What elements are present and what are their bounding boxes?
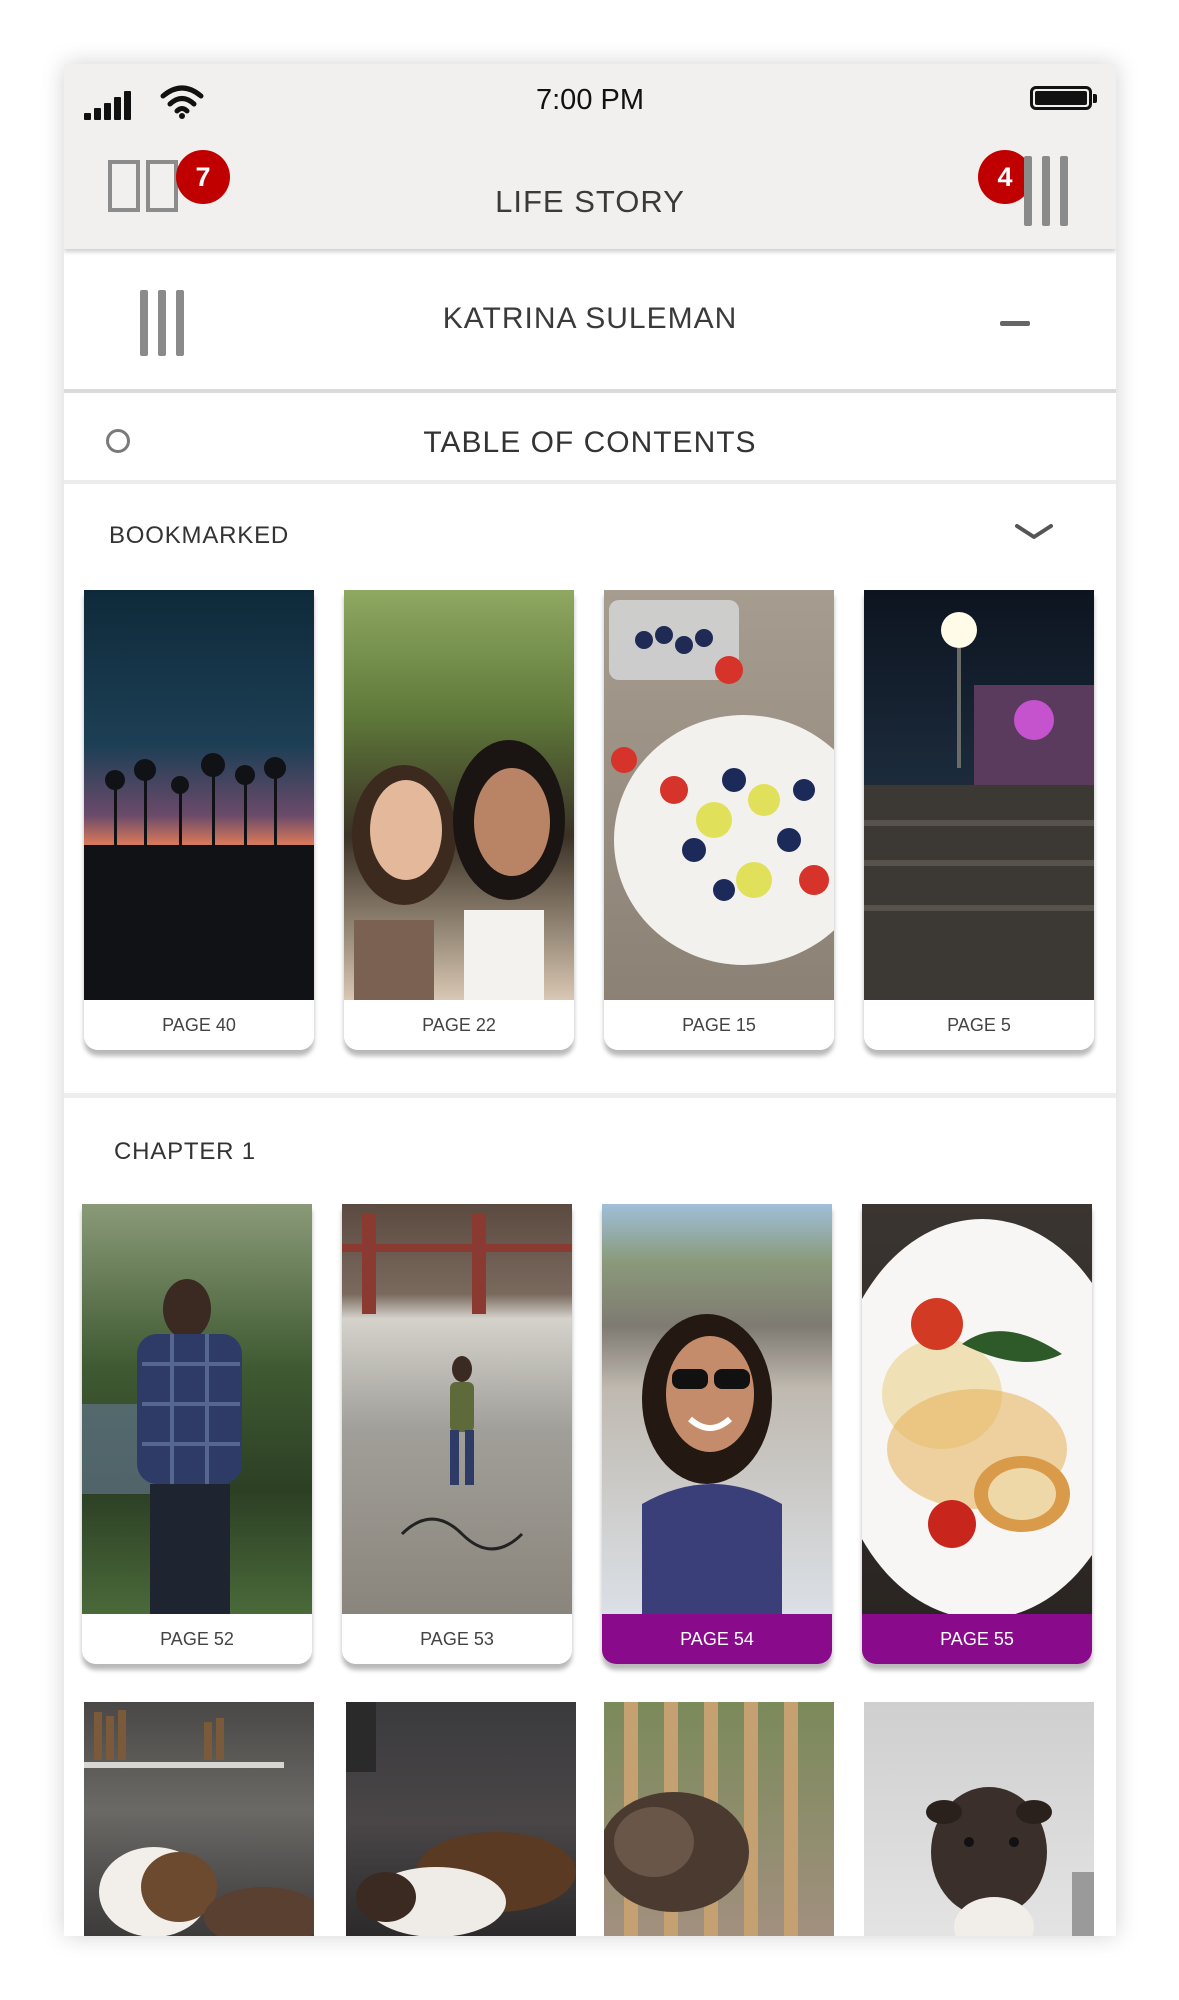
bookmark-card-page-15[interactable]: PAGE 15 xyxy=(604,590,834,1050)
card-caption: PAGE 53 xyxy=(342,1614,572,1664)
bookmarked-label: BOOKMARKED xyxy=(109,522,290,549)
card-caption: PAGE 22 xyxy=(344,1000,574,1050)
bookmark-card-page-22[interactable]: PAGE 22 xyxy=(344,590,574,1050)
chevron-down-icon[interactable] xyxy=(1014,522,1054,542)
chapter-1-label: CHAPTER 1 xyxy=(114,1138,256,1165)
status-time: 7:00 PM xyxy=(536,84,644,116)
top-bar: 7:00 PM 7 LIFE STORY 4 xyxy=(64,64,1116,249)
card-caption: PAGE 40 xyxy=(84,1000,314,1050)
chapter-card-page-53[interactable]: PAGE 53 xyxy=(342,1204,572,1664)
menu-bars-icon[interactable] xyxy=(1024,156,1068,226)
person-header: KATRINA SULEMAN xyxy=(64,256,1116,393)
card-caption: PAGE 55 xyxy=(862,1614,1092,1664)
bookmark-card-page-40[interactable]: PAGE 40 xyxy=(84,590,314,1050)
chapter-card-dog-2[interactable] xyxy=(346,1702,576,1936)
collapse-minus-icon[interactable] xyxy=(1000,321,1030,326)
woman-under-bridge-image xyxy=(342,1204,572,1614)
woman-sunglasses-selfie-image xyxy=(602,1204,832,1614)
two-women-selfie-image xyxy=(344,590,574,1000)
fruit-bowl-image xyxy=(604,590,834,1000)
dog-by-bookshelf-image xyxy=(84,1702,314,1936)
toc-title: TABLE OF CONTENTS xyxy=(423,426,757,459)
phone-screen: 7:00 PM 7 LIFE STORY 4 KATRINA SULEMAN T… xyxy=(64,64,1116,1936)
concert-stadium-image xyxy=(864,590,1094,1000)
section-divider xyxy=(64,1093,1116,1098)
scallops-plate-image xyxy=(862,1204,1092,1614)
dog-sleeping-couch-image xyxy=(346,1702,576,1936)
chapter-card-page-54[interactable]: PAGE 54 xyxy=(602,1204,832,1664)
dog-on-deck-image xyxy=(604,1702,834,1936)
bookmark-card-page-5[interactable]: PAGE 5 xyxy=(864,590,1094,1050)
sunset-palms-image xyxy=(84,590,314,1000)
chapter-card-dog-4[interactable] xyxy=(864,1702,1094,1936)
card-caption: PAGE 54 xyxy=(602,1614,832,1664)
chapter-card-dog-3[interactable] xyxy=(604,1702,834,1936)
card-caption: PAGE 15 xyxy=(604,1000,834,1050)
chapter-card-dog-1[interactable] xyxy=(84,1702,314,1936)
card-caption: PAGE 5 xyxy=(864,1000,1094,1050)
toc-header[interactable]: TABLE OF CONTENTS xyxy=(64,402,1116,484)
dog-white-wall-image xyxy=(864,1702,1094,1936)
man-by-water-image xyxy=(82,1204,312,1614)
person-name: KATRINA SULEMAN xyxy=(442,302,738,335)
battery-icon xyxy=(1030,86,1097,110)
card-caption: PAGE 52 xyxy=(82,1614,312,1664)
chapter-card-page-55[interactable]: PAGE 55 xyxy=(862,1204,1092,1664)
chapter-card-page-52[interactable]: PAGE 52 xyxy=(82,1204,312,1664)
page-title: LIFE STORY xyxy=(495,184,685,219)
